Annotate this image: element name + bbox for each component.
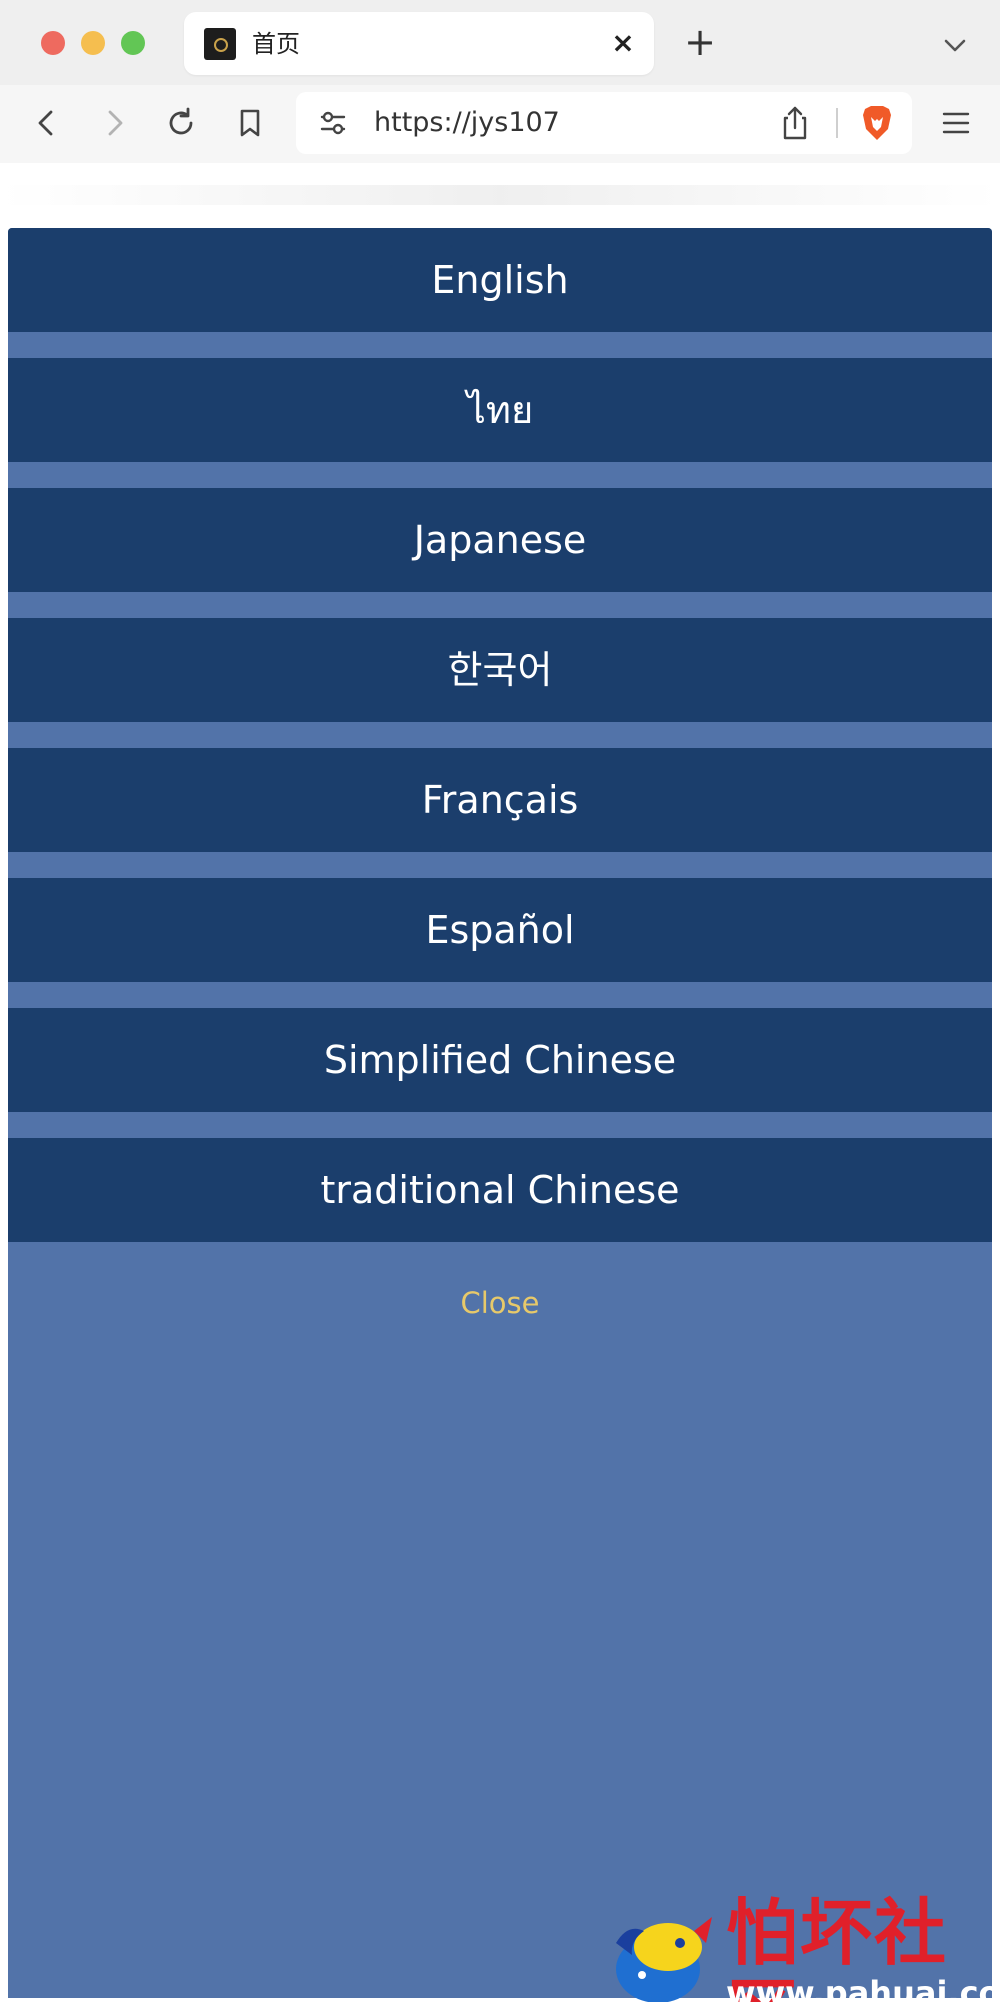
close-window-button[interactable] <box>41 31 65 55</box>
language-option-thai[interactable]: ไทย <box>8 358 992 462</box>
zoom-window-button[interactable] <box>121 31 145 55</box>
tab-close-button[interactable]: × <box>606 26 640 60</box>
language-option-korean[interactable]: 한국어 <box>8 618 992 722</box>
chevron-down-icon[interactable] <box>938 28 972 62</box>
page-background-strip <box>0 185 1000 205</box>
tab-title: 首页 <box>252 30 300 58</box>
chevron-left-icon <box>38 110 53 136</box>
hamburger-menu-icon[interactable] <box>938 105 974 141</box>
language-option-spanish[interactable]: Español <box>8 878 992 982</box>
language-option-french[interactable]: Français <box>8 748 992 852</box>
active-tab[interactable]: 首页 × <box>184 12 654 75</box>
watermark: 怕坏社区 www.pahuai.com <box>608 1893 1000 2002</box>
language-selector-panel: English ไทย Japanese 한국어 Français Españo… <box>8 228 992 1998</box>
address-bar[interactable]: https://jys107 <box>296 92 912 154</box>
url-text[interactable]: https://jys107 <box>374 106 560 140</box>
page-viewport: English ไทย Japanese 한국어 Français Españo… <box>0 163 1000 2002</box>
bookmark-button[interactable] <box>230 103 270 143</box>
toolbar-divider <box>836 108 838 138</box>
chevron-right-icon <box>108 110 123 136</box>
tab-strip: 首页 × + <box>0 0 1000 85</box>
watermark-url: www.pahuai.com <box>726 1974 1000 2002</box>
navigation-toolbar: https://jys107 <box>0 85 1000 163</box>
sliders-icon[interactable] <box>316 106 350 140</box>
share-icon[interactable] <box>778 104 812 142</box>
back-button[interactable] <box>27 103 67 143</box>
language-option-traditional-chinese[interactable]: traditional Chinese <box>8 1138 992 1242</box>
forward-button[interactable] <box>94 103 134 143</box>
close-button[interactable]: Close <box>8 1283 992 1323</box>
site-favicon-icon <box>204 28 236 60</box>
brave-lion-icon[interactable] <box>860 103 894 143</box>
minimize-window-button[interactable] <box>81 31 105 55</box>
language-option-japanese[interactable]: Japanese <box>8 488 992 592</box>
new-tab-button[interactable]: + <box>682 23 718 61</box>
browser-window: 首页 × + https://jys107 English ไทย Japane… <box>0 0 1000 2002</box>
bookmark-icon <box>240 109 260 137</box>
reload-button[interactable] <box>161 103 201 143</box>
language-option-simplified-chinese[interactable]: Simplified Chinese <box>8 1008 992 1112</box>
fish-logo-icon <box>608 1903 718 2002</box>
reload-icon <box>169 107 193 135</box>
language-option-english[interactable]: English <box>8 228 992 332</box>
